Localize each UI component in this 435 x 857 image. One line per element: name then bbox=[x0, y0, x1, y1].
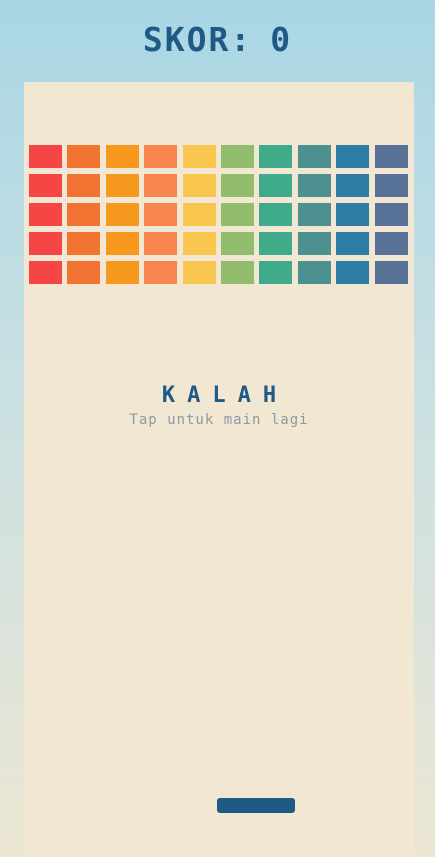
brick bbox=[259, 232, 292, 255]
brick bbox=[259, 261, 292, 284]
brick bbox=[221, 261, 254, 284]
score-label: SKOR: bbox=[142, 20, 253, 59]
paddle[interactable] bbox=[217, 798, 295, 813]
brick bbox=[259, 203, 292, 226]
brick bbox=[183, 232, 216, 255]
brick bbox=[221, 145, 254, 168]
brick bbox=[29, 203, 62, 226]
brick bbox=[106, 174, 139, 197]
game-over-message[interactable]: KALAH Tap untuk main lagi bbox=[24, 382, 414, 430]
brick bbox=[375, 232, 408, 255]
brick bbox=[336, 232, 369, 255]
brick bbox=[183, 174, 216, 197]
brick bbox=[144, 145, 177, 168]
brick bbox=[336, 145, 369, 168]
score-value: 0 bbox=[270, 20, 293, 59]
score-display: SKOR: 0 bbox=[0, 20, 435, 60]
brick bbox=[106, 203, 139, 226]
brick bbox=[106, 261, 139, 284]
brick bbox=[67, 261, 100, 284]
brick bbox=[144, 261, 177, 284]
brick bbox=[144, 203, 177, 226]
brick bbox=[144, 232, 177, 255]
brick bbox=[298, 174, 331, 197]
brick bbox=[144, 174, 177, 197]
restart-hint: Tap untuk main lagi bbox=[129, 412, 309, 428]
brick bbox=[336, 174, 369, 197]
brick bbox=[29, 261, 62, 284]
brick bbox=[375, 261, 408, 284]
brick bbox=[67, 232, 100, 255]
brick bbox=[106, 145, 139, 168]
brick bbox=[29, 232, 62, 255]
brick bbox=[259, 174, 292, 197]
brick bbox=[375, 174, 408, 197]
brick bbox=[67, 145, 100, 168]
brick bbox=[298, 232, 331, 255]
game-over-title: KALAH bbox=[161, 383, 289, 408]
brick bbox=[29, 145, 62, 168]
brick bbox=[106, 232, 139, 255]
brick bbox=[67, 203, 100, 226]
brick bbox=[336, 261, 369, 284]
brick bbox=[298, 203, 331, 226]
brick bbox=[183, 145, 216, 168]
brick bbox=[298, 145, 331, 168]
brick bbox=[221, 232, 254, 255]
brick bbox=[221, 174, 254, 197]
brick bbox=[298, 261, 331, 284]
brick bbox=[375, 145, 408, 168]
brick bbox=[183, 261, 216, 284]
game-board[interactable]: KALAH Tap untuk main lagi bbox=[24, 82, 414, 857]
brick bbox=[336, 203, 369, 226]
brick bbox=[259, 145, 292, 168]
brick bbox=[221, 203, 254, 226]
brick bbox=[67, 174, 100, 197]
brick bbox=[375, 203, 408, 226]
brick bbox=[29, 174, 62, 197]
brick bbox=[183, 203, 216, 226]
